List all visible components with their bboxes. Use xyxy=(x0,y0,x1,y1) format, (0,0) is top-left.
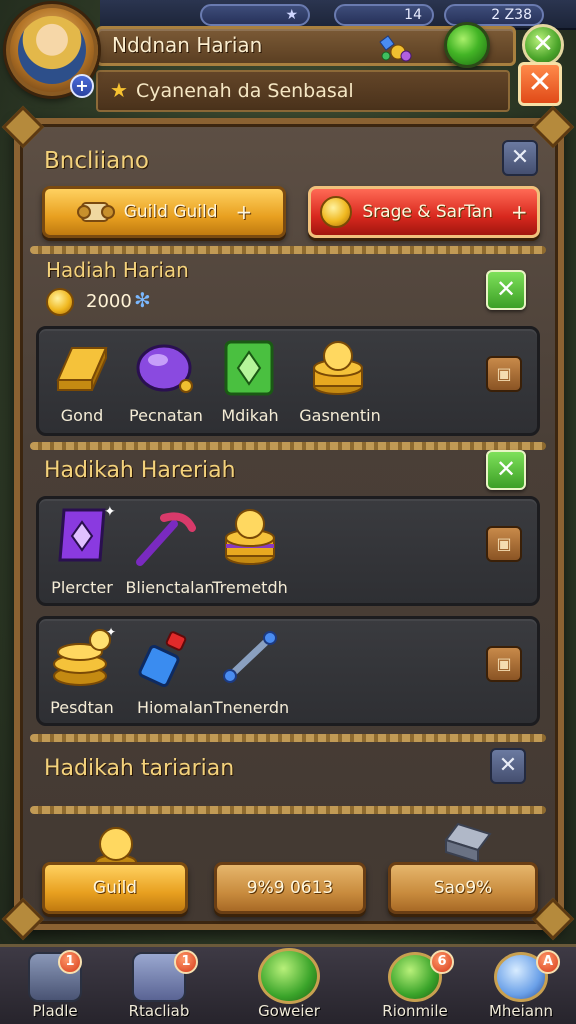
subtitle-text: Cyanenah da Senbasal xyxy=(136,80,354,102)
item-label: Mdikah xyxy=(221,406,279,425)
page-title: Nddnan Harian xyxy=(112,33,263,57)
item-label: Tremetdh xyxy=(212,578,288,597)
panel-close-button[interactable]: ✕ xyxy=(502,140,538,176)
scroll-icon xyxy=(76,202,115,222)
coin-icon xyxy=(46,288,74,316)
purple-crystal-card-icon: ✦ xyxy=(58,504,116,562)
guild-footer-label: Guild xyxy=(92,878,138,898)
purple-orb-icon xyxy=(136,344,193,393)
guild-button[interactable]: Guild Guild + xyxy=(42,186,286,238)
rope-divider xyxy=(30,734,546,742)
svg-text:✦: ✦ xyxy=(106,626,116,639)
item-label: Gasnentin xyxy=(299,406,381,425)
nav-label: Goweier xyxy=(258,1002,320,1020)
avatar-portrait xyxy=(18,16,86,84)
green-orb-icon[interactable] xyxy=(444,22,490,68)
rope-divider xyxy=(30,442,546,450)
pickaxe-icon xyxy=(136,512,196,566)
gold-bar-icon xyxy=(56,347,108,391)
green-gem-card-icon xyxy=(224,340,274,396)
chat-bubble-icon xyxy=(258,948,320,1004)
coin-pile-icon: ✦ xyxy=(53,626,116,686)
sparkle-icon: ✻ xyxy=(134,288,151,312)
nav-item-mheiann[interactable]: A Mheiann xyxy=(466,948,576,1024)
lock-icon[interactable]: ▣ xyxy=(486,356,522,392)
notification-badge: A xyxy=(536,950,560,974)
center-footer-button[interactable]: 9%9 0613 xyxy=(214,862,366,914)
notification-badge: 1 xyxy=(58,950,82,974)
potion-bottle-icon xyxy=(138,631,187,688)
section-second-reward-title: Hadikah Hareriah xyxy=(44,458,236,483)
lock-icon[interactable]: ▣ xyxy=(486,526,522,562)
nav-label: Mheiann xyxy=(488,1002,554,1020)
avatar-add-button[interactable]: + xyxy=(70,74,94,98)
right-footer-button[interactable]: Sao9% xyxy=(388,862,538,914)
claim-check-button[interactable]: ✕ xyxy=(486,270,526,310)
section-close-button[interactable]: ✕ xyxy=(490,748,526,784)
nav-item-pladle[interactable]: 1 Pladle xyxy=(0,948,110,1024)
coin-stack-icon xyxy=(225,509,275,565)
rope-divider xyxy=(30,806,546,814)
guild-button-label: Guild Guild xyxy=(123,202,218,222)
item-label: Blienctalan xyxy=(125,578,215,597)
item-label: Plercter xyxy=(51,578,113,597)
nav-item-goweier[interactable]: Goweier xyxy=(234,948,344,1024)
stage-button-label: Srage & SarTan xyxy=(362,202,493,222)
metal-bar-icon xyxy=(444,822,492,864)
item-label: Tnenerdn xyxy=(212,698,290,717)
gem-cluster-icon xyxy=(379,35,412,62)
item-label: Pesdtan xyxy=(50,698,114,717)
star-icon: ★ xyxy=(110,78,128,102)
nav-label: Pladle xyxy=(32,1002,78,1020)
section-third-reward-title: Hadikah tariarian xyxy=(44,756,235,781)
right-footer-label: Sao9% xyxy=(433,878,493,898)
panel-title: Bncliiano xyxy=(44,148,149,174)
rope-divider xyxy=(30,246,546,254)
center-footer-label: 9%9 0613 xyxy=(246,878,334,898)
notification-badge: 1 xyxy=(174,950,198,974)
notification-badge: 6 xyxy=(430,950,454,974)
red-close-button[interactable]: ✕ xyxy=(518,62,562,106)
guild-footer-button[interactable]: Guild xyxy=(42,862,188,914)
resource-pill-left[interactable]: ★ xyxy=(200,4,310,26)
svg-text:✦: ✦ xyxy=(104,504,116,520)
lock-icon[interactable]: ▣ xyxy=(486,646,522,682)
nav-item-rtacliab[interactable]: 1 Rtacliab xyxy=(104,948,214,1024)
plus-icon: + xyxy=(235,200,253,224)
coin-stack-icon xyxy=(313,341,363,395)
top-close-button[interactable]: ✕ xyxy=(522,24,564,66)
claim-check-button[interactable]: ✕ xyxy=(486,450,526,490)
wrench-icon xyxy=(223,631,277,683)
nav-label: Rtacliab xyxy=(128,1002,190,1020)
plus-icon: + xyxy=(510,200,528,224)
item-label: Pecnatan xyxy=(129,406,203,425)
resource-right-value: 2 Z38 xyxy=(491,7,532,23)
reward-amount: 2000 xyxy=(86,291,132,312)
section-daily-reward-title: Hadiah Harian xyxy=(46,258,189,282)
star-icon: ★ xyxy=(285,7,298,23)
resource-mid-value: 14 xyxy=(404,7,422,23)
resource-pill-mid[interactable]: 14 xyxy=(334,4,434,26)
coin-icon xyxy=(320,196,353,228)
nav-label: Rionmile xyxy=(382,1002,448,1020)
item-label: Gond xyxy=(60,406,104,425)
nav-item-rionmile[interactable]: 6 Rionmile xyxy=(360,948,470,1024)
stage-button[interactable]: Srage & SarTan + xyxy=(308,186,540,238)
